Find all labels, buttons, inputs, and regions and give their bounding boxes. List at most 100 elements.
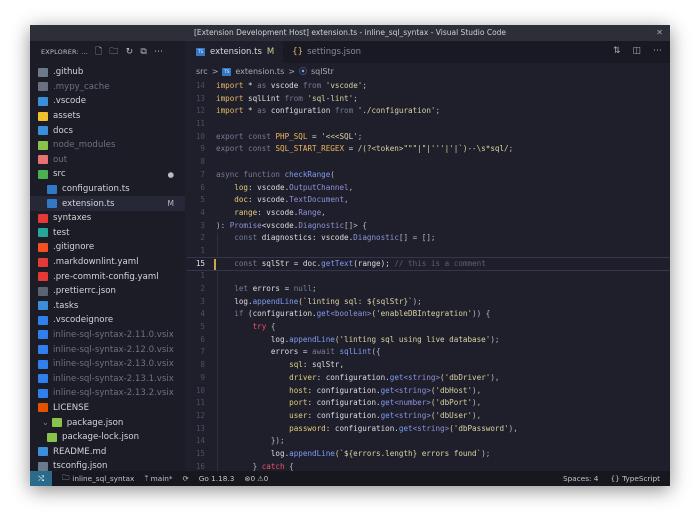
code-editor[interactable]: 14 import * as vscode from 'vscode'; 13 imp…	[187, 80, 670, 471]
tab-settings-json[interactable]: {} settings.json	[283, 41, 370, 63]
code-line[interactable]: 11	[187, 118, 670, 131]
error-count[interactable]: 0	[250, 474, 255, 483]
file-tree-item[interactable]: inline-sql-syntax-2.13.0.vsix	[30, 357, 185, 372]
file-name: tsconfig.json	[53, 461, 108, 471]
code-token: export const	[216, 144, 276, 154]
code-line[interactable]: 1	[187, 270, 670, 283]
code-line[interactable]: 2 const diagnostics: vscode.Diagnostic[]…	[187, 232, 670, 245]
code-line[interactable]: 5 try {	[187, 321, 670, 334]
file-tree-item[interactable]: tsconfig.json	[30, 459, 185, 471]
code-token: checkRange	[284, 169, 331, 179]
code-line[interactable]: 6 log.appendLine('linting sql using live…	[187, 334, 670, 347]
go-version[interactable]: Go 1.18.3	[199, 474, 235, 483]
breadcrumb-src[interactable]: src	[196, 67, 208, 76]
file-tree-item[interactable]: package-lock.json	[30, 430, 185, 445]
file-tree-item[interactable]: out	[30, 153, 185, 168]
file-tree-item[interactable]: inline-sql-syntax-2.11.0.vsix	[30, 328, 185, 343]
code-line[interactable]: 4 range: vscode.Range,	[187, 207, 670, 220]
code-token: ),	[490, 372, 500, 382]
file-tree-item[interactable]: .github	[30, 65, 185, 80]
breadcrumb-file[interactable]: extension.ts	[235, 67, 284, 76]
code-line[interactable]: 15 const sqlStr = doc.getText(range); //…	[187, 256, 670, 272]
code-line[interactable]: 4 if (configuration.get<boolean>('enable…	[187, 308, 670, 321]
code-line[interactable]: 14 import * as vscode from 'vscode';	[187, 80, 670, 93]
more-icon[interactable]: ⋯	[154, 47, 163, 57]
code-line[interactable]: 8 sql: sqlStr,	[187, 359, 670, 372]
code-line[interactable]: 9 driver: configuration.get<string>('dbD…	[187, 372, 670, 385]
file-tree-item[interactable]: .gitignore	[30, 240, 185, 255]
file-tree-item[interactable]: docs	[30, 123, 185, 138]
code-line[interactable]: 5 doc: vscode.TextDocument,	[187, 194, 670, 207]
code-line[interactable]: 2 let errors = null;	[187, 283, 670, 296]
indentation-setting[interactable]: Spaces: 4	[563, 474, 598, 483]
file-tree-item[interactable]: .tasks	[30, 299, 185, 314]
file-tree-item[interactable]: .vscode	[30, 94, 185, 109]
file-tree-item[interactable]: .pre-commit-config.yaml	[30, 269, 185, 284]
file-tree-item[interactable]: .mypy_cache	[30, 80, 185, 95]
code-token: import	[216, 81, 244, 90]
refresh-icon[interactable]: ↻	[126, 47, 134, 57]
language-mode[interactable]: {} TypeScript	[610, 474, 660, 483]
code-line[interactable]: 1	[187, 245, 670, 258]
remote-icon[interactable]: ⤭	[30, 471, 52, 486]
typescript-file-icon: TS	[222, 67, 232, 76]
code-line[interactable]: 14 });	[187, 435, 670, 448]
code-line[interactable]: 6 log: vscode.OutputChannel,	[187, 182, 670, 195]
file-tree-item[interactable]: src ●	[30, 167, 185, 182]
file-tree-item[interactable]: LICENSE	[30, 401, 185, 416]
code-line[interactable]: 13 import sqlLint from 'sql-lint';	[187, 93, 670, 106]
code-token: get	[380, 410, 395, 420]
compare-changes-icon[interactable]: ⇅	[613, 46, 621, 56]
file-tree-item[interactable]: inline-sql-syntax-2.13.1.vsix	[30, 371, 185, 386]
file-tree-item[interactable]: .prettierrc.json	[30, 284, 185, 299]
file-tree-item[interactable]: extension.ts M	[30, 196, 185, 211]
collapse-all-icon[interactable]: ⧉	[140, 47, 147, 57]
file-name: syntaxes	[53, 213, 92, 224]
file-tree-item[interactable]: .markdownlint.yaml	[30, 255, 185, 270]
code-line[interactable]: 12 import * as configuration from './conf…	[187, 105, 670, 118]
line-number: 4	[200, 207, 205, 217]
file-tree-item[interactable]: inline-sql-syntax-2.12.0.vsix	[30, 342, 185, 357]
file-tree-item[interactable]: inline-sql-syntax-2.13.2.vsix	[30, 386, 185, 401]
file-tree-item[interactable]: README.md	[30, 444, 185, 459]
file-tree-item[interactable]: assets	[30, 109, 185, 124]
code-line[interactable]: 11 port: configuration.get<number>('dbPo…	[187, 397, 670, 410]
code-line[interactable]: 8	[187, 156, 670, 169]
new-folder-icon[interactable]: 🗀	[109, 44, 118, 60]
code-token: : configuration.	[307, 410, 381, 420]
code-line[interactable]: 3): Promise<vscode.Diagnostic[]> {	[187, 220, 670, 233]
file-icon	[51, 418, 62, 428]
code-token: <number>	[394, 398, 431, 408]
file-tree-item[interactable]: .vscodeignore	[30, 313, 185, 328]
code-line[interactable]: 3 log.appendLine(`linting sql: ${sqlStr}…	[187, 296, 670, 309]
code-line[interactable]: 13 password: configuration.get<string>('…	[187, 423, 670, 436]
more-actions-icon[interactable]: ⋯	[653, 46, 662, 56]
workspace-folder[interactable]: inline_sql_syntax	[72, 474, 134, 483]
code-line[interactable]: 12 user: configuration.get<string>('dbUs…	[187, 410, 670, 423]
code-token: =	[307, 131, 322, 141]
breadcrumb-symbol[interactable]: sqlStr	[311, 67, 334, 76]
file-tree-item[interactable]: node_modules	[30, 138, 185, 153]
code-line[interactable]: 10 host: configuration.get<string>('dbHo…	[187, 385, 670, 398]
sync-icon[interactable]: ⟳	[183, 474, 189, 483]
file-tree-item[interactable]: configuration.ts	[30, 182, 185, 197]
code-line[interactable]: 16 } catch {	[187, 461, 670, 471]
chevron-down-icon[interactable]: ⌄	[42, 418, 49, 427]
close-icon[interactable]: ✕	[656, 25, 663, 41]
code-line[interactable]: 7 errors = await sqlLint({	[187, 346, 670, 359]
code-line[interactable]: 7 async function checkRange(	[187, 169, 670, 182]
split-editor-icon[interactable]: ◫	[632, 46, 641, 56]
code-token: <boolean>	[330, 309, 372, 319]
warning-count[interactable]: 0	[264, 474, 269, 483]
git-branch[interactable]: main*	[151, 474, 173, 483]
code-token: {	[266, 322, 276, 332]
code-line[interactable]: 9 export const SQL_START_REGEX = /(?<toke…	[187, 143, 670, 156]
tab-extension-ts[interactable]: TS extension.ts M	[187, 41, 284, 63]
file-icon	[38, 403, 48, 413]
file-tree-item[interactable]: test	[30, 226, 185, 241]
new-file-icon[interactable]: 🗋	[95, 44, 102, 60]
code-line[interactable]: 10 export const PHP_SQL = '<<<SQL';	[187, 131, 670, 144]
code-line[interactable]: 15 log.appendLine(`${errors.length} erro…	[187, 448, 670, 461]
file-tree-item[interactable]: ⌄ package.json	[30, 415, 185, 430]
file-tree-item[interactable]: syntaxes	[30, 211, 185, 226]
